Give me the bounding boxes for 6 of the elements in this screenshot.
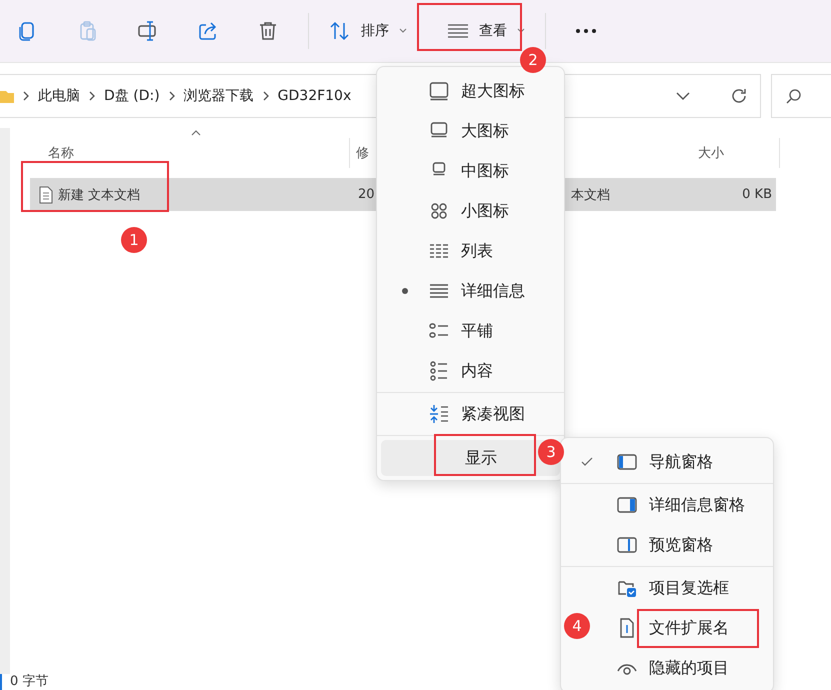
date-cell-text: 20 [357,187,376,202]
status-text: 0 字节 [10,675,48,689]
step-badge: 1 [121,227,147,253]
size-cell-text: 0 KB [741,187,773,202]
type-cell-text: 本文档 [570,186,611,204]
file-name: 新建 文本文档 [58,186,140,204]
